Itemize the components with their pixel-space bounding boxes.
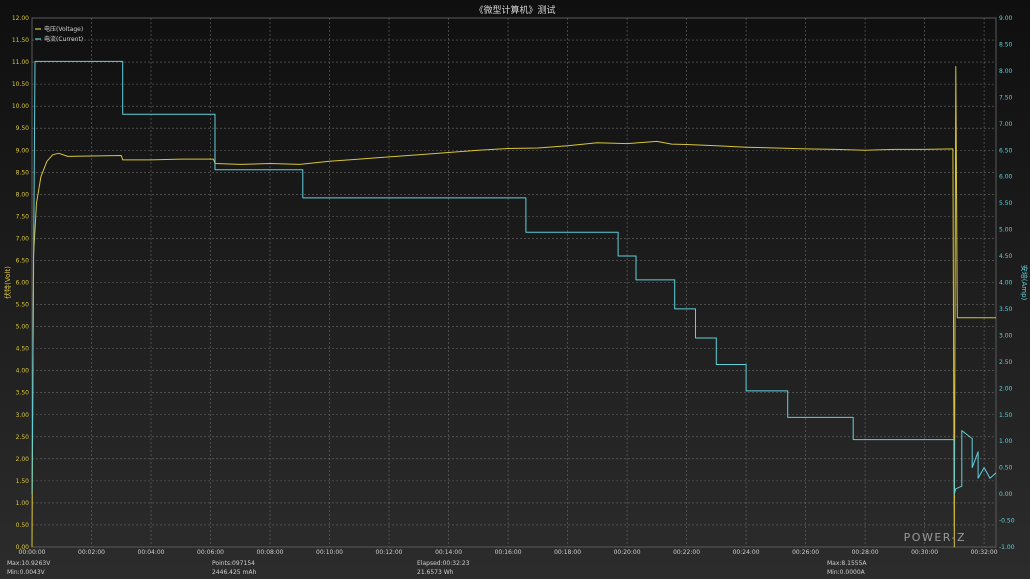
- x-tick-label: 00:14:00: [435, 549, 462, 556]
- x-tick-label: 00:08:00: [257, 549, 284, 556]
- y-right-tick-label: 6.50: [999, 147, 1013, 154]
- y-right-tick-label: 8.00: [999, 68, 1013, 75]
- voltage-series-line: [31, 66, 996, 548]
- x-tick-label: 00:04:00: [138, 549, 165, 556]
- y-left-tick-label: 6.50: [16, 257, 30, 264]
- y-right-tick-label: 3.00: [999, 332, 1013, 339]
- y-right-tick-label: -1.00: [999, 544, 1015, 551]
- y-right-tick-label: 0.00: [999, 491, 1013, 498]
- y-right-tick-label: 6.00: [999, 174, 1013, 181]
- x-tick-label: 00:10:00: [316, 549, 343, 556]
- x-tick-label: 00:32:00: [971, 549, 998, 556]
- chart-title: 《微型计算机》测试: [474, 4, 555, 16]
- x-tick-label: 00:00:00: [19, 549, 46, 556]
- legend-current-label: 电流(Current): [44, 35, 83, 43]
- footer-max-voltage: Max:10.9263V: [7, 560, 51, 567]
- y-left-tick-label: 5.50: [16, 302, 30, 309]
- y-left-tick-label: 3.00: [16, 412, 30, 419]
- brand-watermark: POWER-Z: [904, 531, 966, 544]
- y-right-tick-label: 8.50: [999, 41, 1013, 48]
- x-tick-label: 00:02:00: [78, 549, 105, 556]
- power-chart: 《微型计算机》测试 0.00 0.50 1.00 1.50 2.00 2.50 3.00 3.5…: [3, 4, 1029, 556]
- y-left-tick-label: 11.00: [12, 59, 29, 66]
- y-left-tick-label: 4.00: [16, 368, 30, 375]
- y-left-tick-label: 8.00: [16, 191, 30, 198]
- x-tick-label: 00:16:00: [495, 549, 522, 556]
- y-right-tick-label: 4.00: [999, 280, 1013, 287]
- y-right-tick-label: 2.50: [999, 359, 1013, 366]
- y-left-tick-label: 4.50: [16, 346, 30, 353]
- x-tick-label: 00:06:00: [197, 549, 224, 556]
- x-tick-label: 00:12:00: [376, 549, 403, 556]
- y-left-tick-label: 0.50: [16, 522, 30, 529]
- y-right-tick-label: 1.50: [999, 412, 1013, 419]
- x-tick-label: 00:24:00: [733, 549, 760, 556]
- y-left-tick-label: 7.00: [16, 235, 30, 242]
- y-left-tick-label: 8.50: [16, 169, 30, 176]
- footer-energy: 21.6573 Wh: [417, 569, 454, 576]
- footer-capacity: 2446.425 mAh: [212, 569, 257, 576]
- footer-max-current: Max:8.1555A: [827, 560, 867, 567]
- x-tick-label: 00:20:00: [614, 549, 641, 556]
- y-right-tick-label: 2.00: [999, 385, 1013, 392]
- y-left-tick-label: 2.50: [16, 434, 30, 441]
- y-left-tick-label: 10.50: [12, 81, 29, 88]
- y-right-axis-title: 安培(Amp): [1020, 265, 1029, 301]
- y-left-tick-label: 12.00: [12, 15, 29, 22]
- y-left-tick-label: 2.00: [16, 456, 30, 463]
- x-tick-label: 00:28:00: [852, 549, 879, 556]
- x-tick-label: 00:22:00: [673, 549, 700, 556]
- footer-min-current: Min:0.0000A: [827, 569, 865, 576]
- y-left-tick-label: 9.50: [16, 125, 30, 132]
- y-right-tick-label: 0.50: [999, 465, 1013, 472]
- x-tick-label: 00:30:00: [911, 549, 938, 556]
- y-left-tick-label: 1.00: [16, 500, 30, 507]
- y-right-tick-label: 1.00: [999, 438, 1013, 445]
- legend-voltage-label: 电压(Voltage): [44, 25, 83, 33]
- y-right-tick-label: 9.00: [999, 15, 1013, 22]
- y-left-tick-label: 3.50: [16, 390, 30, 397]
- x-tick-label: 00:26:00: [792, 549, 819, 556]
- y-left-tick-label: 11.50: [12, 37, 29, 44]
- footer-points: Points:097154: [212, 560, 255, 567]
- y-left-tick-label: 5.00: [16, 324, 30, 331]
- y-right-tick-label: 5.50: [999, 200, 1013, 207]
- footer-elapsed: Elapsed:00:32:23: [417, 560, 470, 567]
- y-left-tick-label: 7.50: [16, 213, 30, 220]
- current-series-line: [31, 60, 997, 495]
- y-left-tick-label: 1.50: [16, 478, 30, 485]
- y-right-tick-label: 7.50: [999, 94, 1013, 101]
- y-right-tick-label: 7.00: [999, 121, 1013, 128]
- y-left-tick-label: 9.00: [16, 147, 30, 154]
- y-left-tick-label: 6.00: [16, 280, 30, 287]
- y-left-axis-title: 伏特(Volt): [3, 266, 12, 299]
- y-left-tick-label: 10.00: [12, 103, 29, 110]
- y-right-tick-label: 5.00: [999, 227, 1013, 234]
- footer-min-voltage: Min:0.0043V: [7, 569, 45, 576]
- x-tick-label: 00:18:00: [554, 549, 581, 556]
- y-right-tick-label: 3.50: [999, 306, 1013, 313]
- y-right-tick-label: -0.50: [999, 518, 1015, 525]
- chart-container: 《微型计算机》测试 0.00 0.50 1.00 1.50 2.00 2.50 3.00 3.5…: [0, 0, 1030, 579]
- y-right-tick-label: 4.50: [999, 253, 1013, 260]
